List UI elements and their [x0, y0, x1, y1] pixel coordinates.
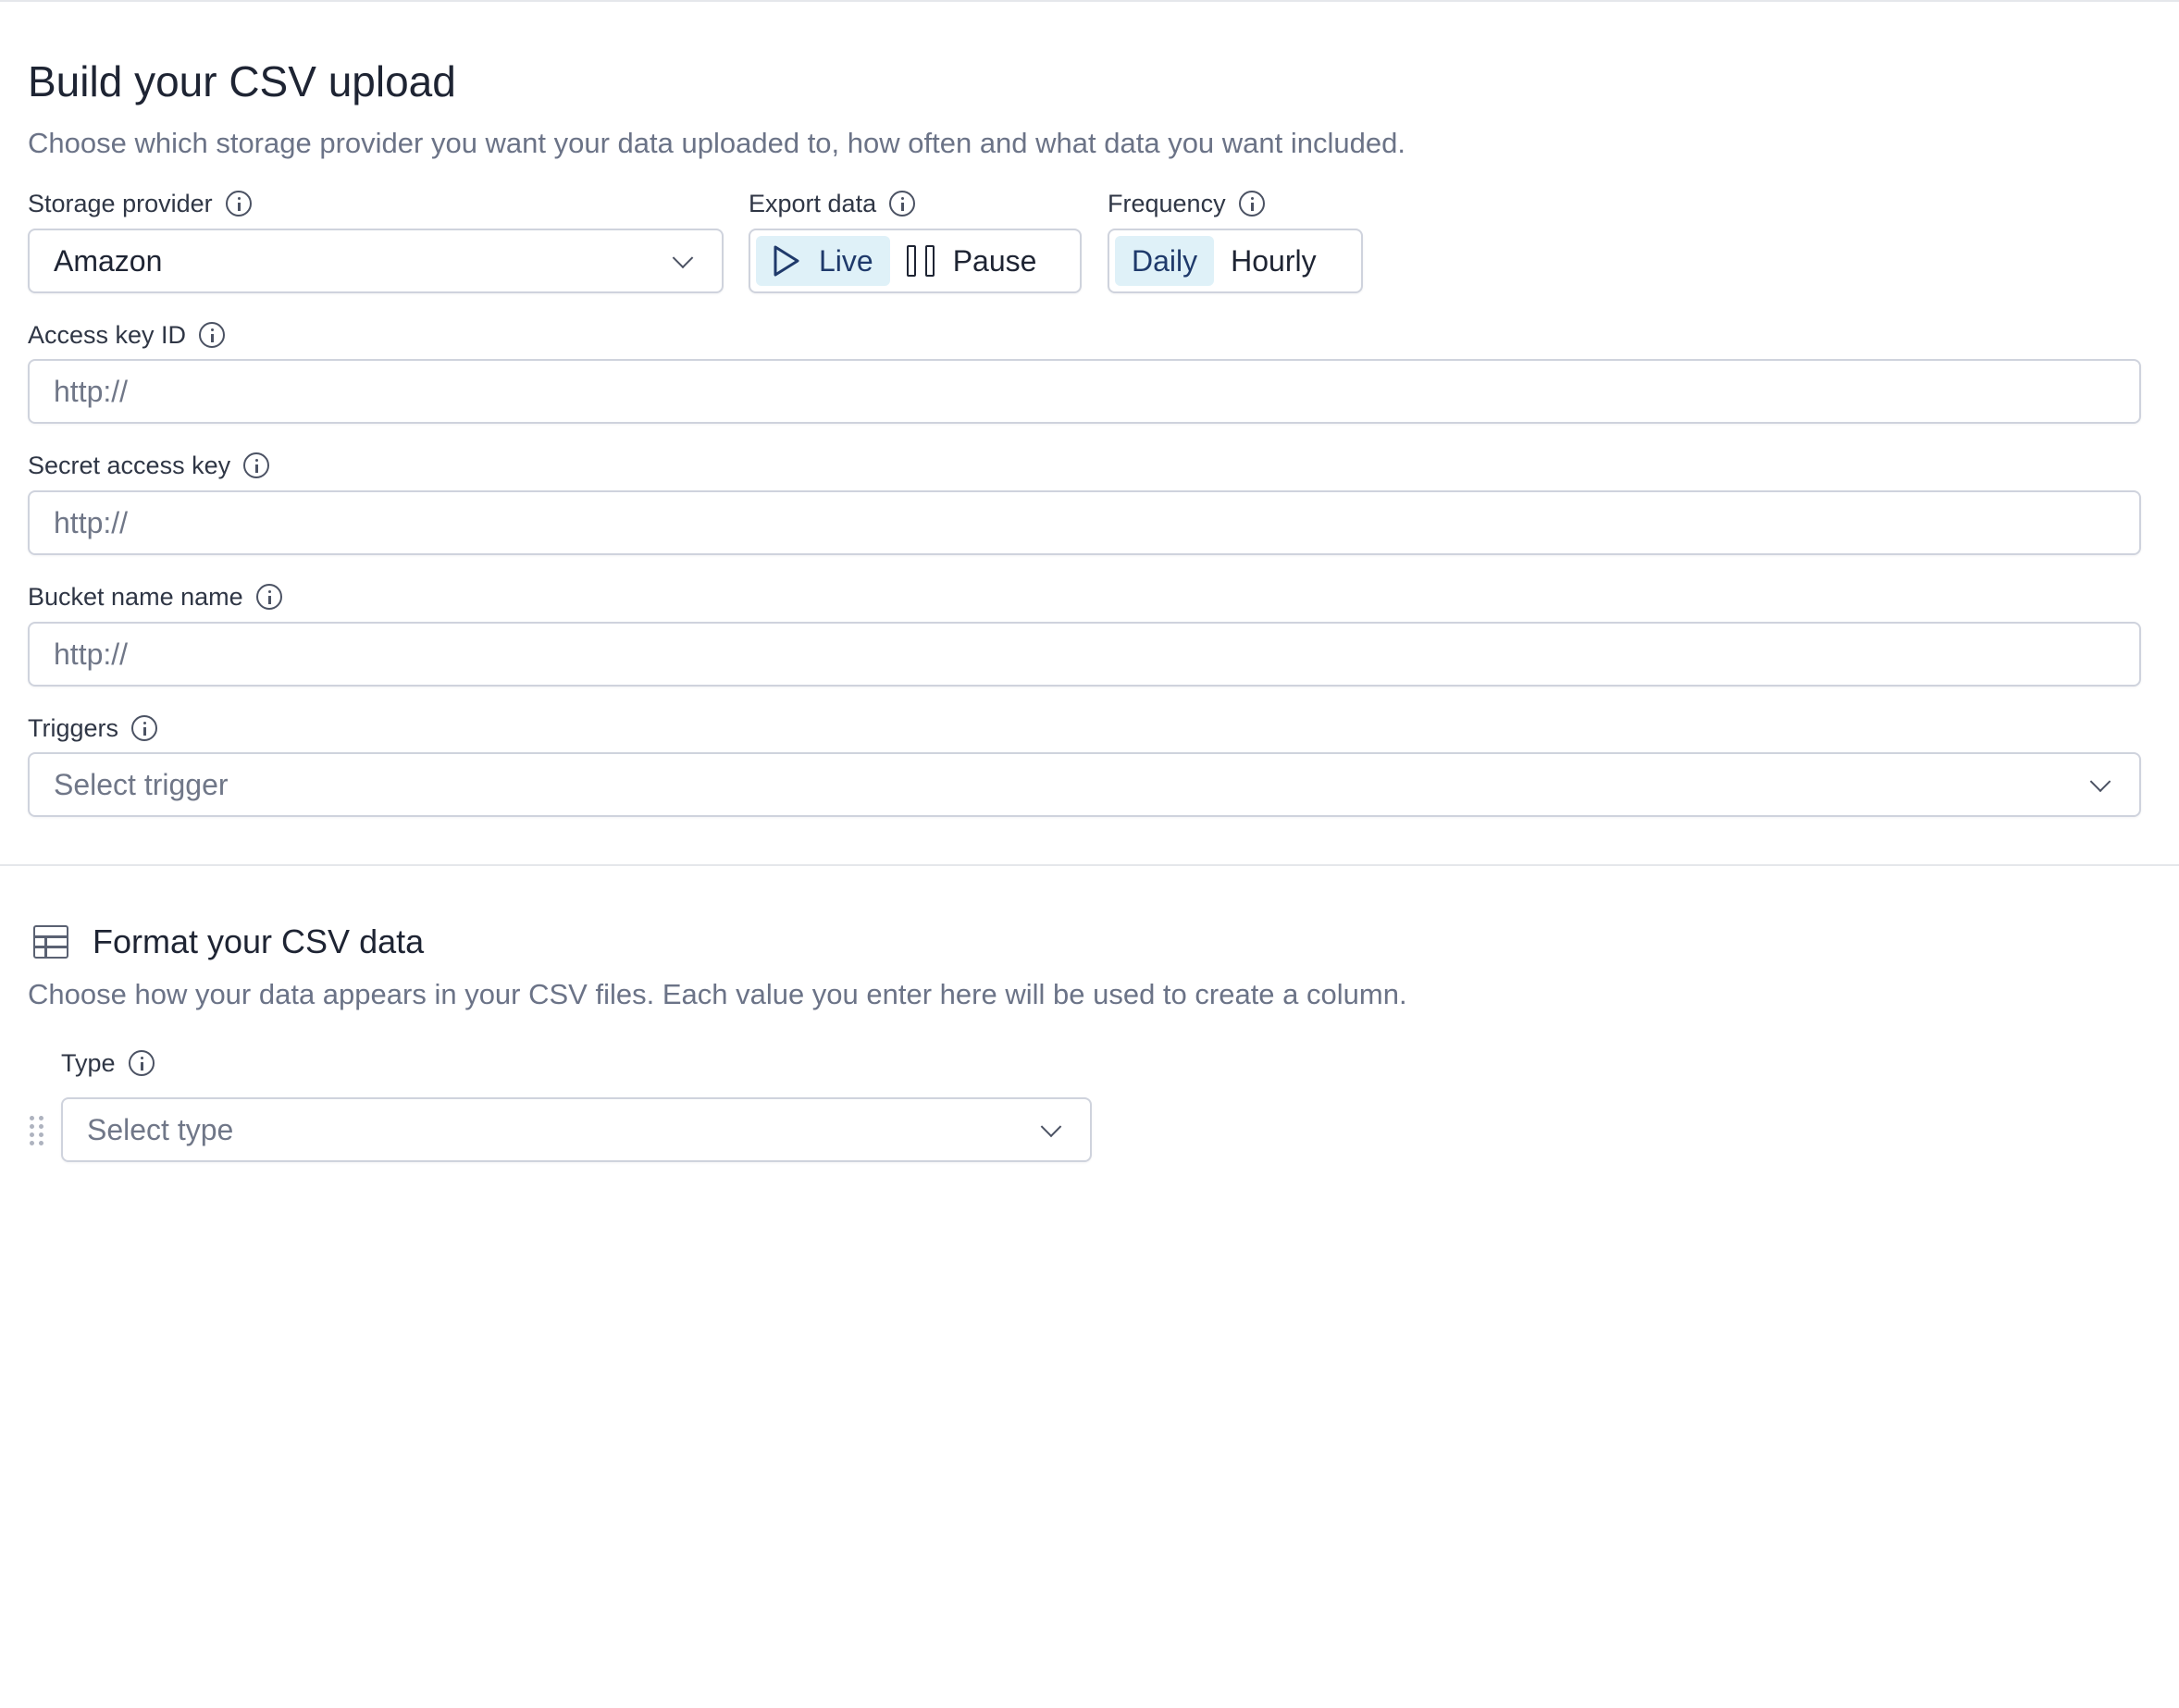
- type-label-text: Type: [61, 1049, 116, 1077]
- chevron-down-icon: [1040, 1116, 1062, 1138]
- bucket-name-label-text: Bucket name name: [28, 583, 243, 611]
- triggers-placeholder: Select trigger: [54, 767, 229, 801]
- info-icon[interactable]: [225, 191, 252, 217]
- frequency-toggle: Daily Hourly: [1108, 229, 1363, 293]
- type-select[interactable]: Select type: [61, 1097, 1092, 1162]
- hourly-label: Hourly: [1231, 243, 1317, 278]
- secret-key-placeholder: http://: [54, 505, 129, 539]
- info-icon[interactable]: [889, 191, 916, 217]
- top-divider: [0, 0, 2179, 2]
- bucket-name-input[interactable]: http://: [28, 622, 2141, 687]
- access-key-label: Access key ID: [28, 319, 226, 351]
- frequency-label-text: Frequency: [1108, 190, 1226, 217]
- access-key-placeholder: http://: [54, 374, 129, 408]
- bucket-name-label: Bucket name name: [28, 581, 282, 613]
- play-icon: [774, 245, 799, 277]
- storage-provider-label-text: Storage provider: [28, 190, 213, 217]
- table-icon: [33, 925, 68, 959]
- export-data-toggle: Live Pause: [749, 229, 1082, 293]
- pause-label: Pause: [952, 243, 1037, 278]
- storage-provider-select[interactable]: Amazon: [28, 229, 724, 293]
- format-section-title: Format your CSV data: [93, 922, 425, 960]
- chevron-down-icon: [2089, 771, 2111, 793]
- access-key-input[interactable]: http://: [28, 359, 2141, 424]
- section-divider: [0, 864, 2179, 866]
- info-icon[interactable]: [255, 584, 282, 610]
- info-icon[interactable]: [128, 1050, 155, 1076]
- secret-key-input[interactable]: http://: [28, 490, 2141, 555]
- export-data-label: Export data: [749, 188, 916, 219]
- frequency-label: Frequency: [1108, 188, 1265, 219]
- type-placeholder: Select type: [87, 1112, 234, 1146]
- pause-button[interactable]: Pause: [890, 236, 1054, 286]
- secret-key-label: Secret access key: [28, 450, 270, 481]
- storage-provider-label: Storage provider: [28, 188, 252, 219]
- hourly-button[interactable]: Hourly: [1214, 236, 1332, 286]
- secret-key-label-text: Secret access key: [28, 452, 231, 479]
- page-title: Build your CSV upload: [28, 57, 456, 105]
- triggers-label-text: Triggers: [28, 714, 119, 742]
- daily-label: Daily: [1132, 243, 1198, 278]
- live-button[interactable]: Live: [756, 236, 890, 286]
- info-icon[interactable]: [131, 715, 158, 741]
- live-label: Live: [819, 243, 873, 278]
- export-data-label-text: Export data: [749, 190, 877, 217]
- info-icon[interactable]: [243, 452, 270, 478]
- bucket-name-placeholder: http://: [54, 637, 129, 671]
- pause-icon: [906, 245, 935, 277]
- access-key-label-text: Access key ID: [28, 321, 187, 349]
- type-label: Type: [61, 1047, 155, 1079]
- triggers-select[interactable]: Select trigger: [28, 752, 2141, 817]
- info-icon[interactable]: [199, 322, 226, 348]
- storage-provider-value: Amazon: [54, 243, 163, 278]
- format-section-description: Choose how your data appears in your CSV…: [28, 978, 1407, 1010]
- page-subtitle: Choose which storage provider you want y…: [28, 127, 1405, 159]
- info-icon[interactable]: [1238, 191, 1265, 217]
- drag-handle-icon[interactable]: [30, 1116, 43, 1145]
- chevron-down-icon: [672, 247, 694, 269]
- triggers-label: Triggers: [28, 712, 158, 744]
- daily-button[interactable]: Daily: [1115, 236, 1215, 286]
